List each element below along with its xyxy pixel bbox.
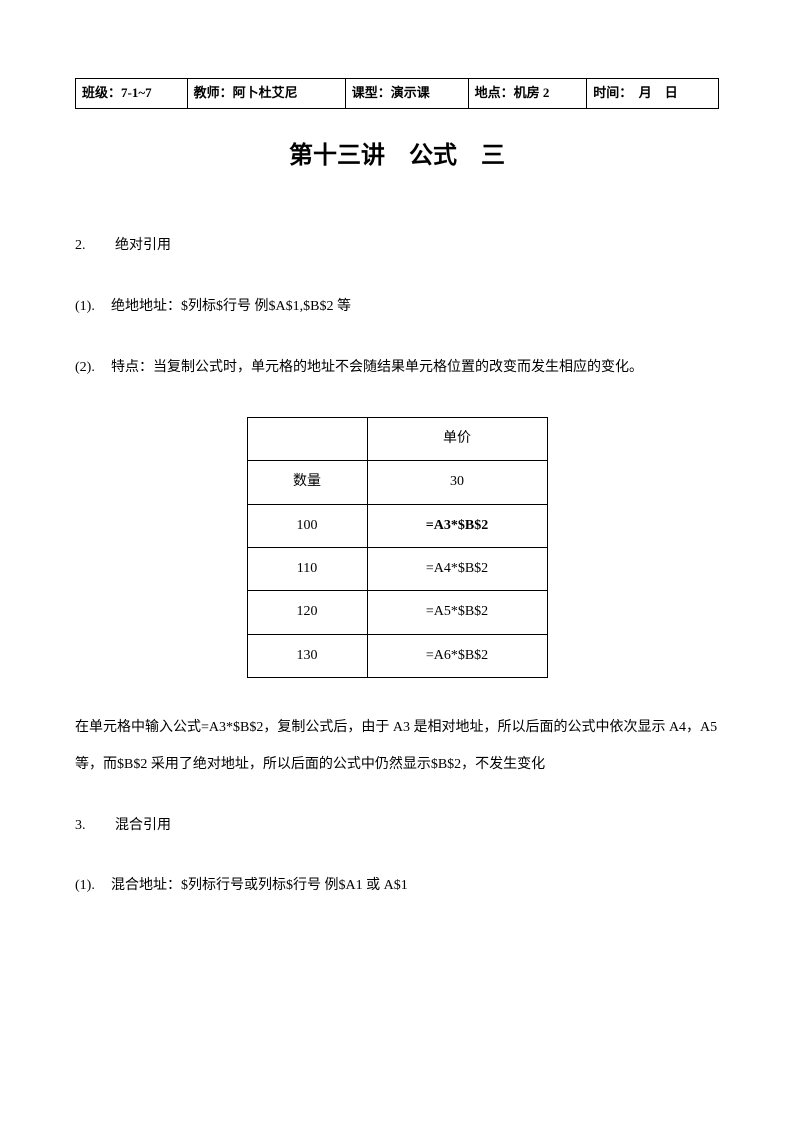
formula-example-table: 单价数量30100=A3*$B$2110=A4*$B$2120=A5*$B$21… (247, 417, 548, 678)
header-time: 时间： 月 日 (587, 79, 719, 109)
table-cell-col2: 单价 (367, 417, 547, 460)
section2-sub1: (1).绝地地址：$列标$行号 例$A$1,$B$2 等 (75, 290, 719, 324)
section2-heading: 2.绝对引用 (75, 235, 719, 257)
page-title: 第十三讲 公式 三 (75, 137, 719, 175)
header-class: 班级：7-1~7 (76, 79, 188, 109)
table-cell-col2: =A5*$B$2 (367, 591, 547, 634)
section2-sub1-text: 绝地地址：$列标$行号 例$A$1,$B$2 等 (111, 299, 351, 314)
table-cell-col1: 130 (247, 634, 367, 677)
section-absolute-reference: 2.绝对引用 (1).绝地地址：$列标$行号 例$A$1,$B$2 等 (2).… (75, 235, 719, 385)
table-cell-col1: 数量 (247, 461, 367, 504)
header-teacher: 教师：阿卜杜艾尼 (187, 79, 345, 109)
section2-number: 2. (75, 235, 115, 257)
table-cell-col1: 110 (247, 547, 367, 590)
table-cell-col2: =A3*$B$2 (367, 504, 547, 547)
section3-heading: 3.混合引用 (75, 815, 719, 837)
section3-sub1-num: (1). (75, 869, 111, 903)
table-cell-col2: 30 (367, 461, 547, 504)
explanation-paragraph: 在单元格中输入公式=A3*$B$2，复制公式后，由于 A3 是相对地址，所以后面… (75, 710, 719, 783)
header-info-table: 班级：7-1~7 教师：阿卜杜艾尼 课型：演示课 地点：机房 2 时间： 月 日 (75, 78, 719, 109)
header-type: 课型：演示课 (345, 79, 468, 109)
table-row: 130=A6*$B$2 (247, 634, 547, 677)
section3-title: 混合引用 (115, 818, 171, 833)
section3-sub1-text: 混合地址：$列标行号或列标$行号 例$A1 或 A$1 (111, 878, 408, 893)
table-row: 110=A4*$B$2 (247, 547, 547, 590)
section2-sub1-num: (1). (75, 290, 111, 324)
table-cell-col1: 100 (247, 504, 367, 547)
section2-sub2-num: (2). (75, 351, 111, 385)
section3-number: 3. (75, 815, 115, 837)
table-cell-col1: 120 (247, 591, 367, 634)
table-cell-col1 (247, 417, 367, 460)
section2-sub2-text: 特点：当复制公式时，单元格的地址不会随结果单元格位置的改变而发生相应的变化。 (111, 360, 643, 375)
section2-sub2: (2).特点：当复制公式时，单元格的地址不会随结果单元格位置的改变而发生相应的变… (75, 351, 719, 385)
table-cell-col2: =A4*$B$2 (367, 547, 547, 590)
section2-title: 绝对引用 (115, 238, 171, 253)
table-row: 单价 (247, 417, 547, 460)
table-row: 120=A5*$B$2 (247, 591, 547, 634)
section3-sub1: (1).混合地址：$列标行号或列标$行号 例$A1 或 A$1 (75, 869, 719, 903)
table-row: 数量30 (247, 461, 547, 504)
table-cell-col2: =A6*$B$2 (367, 634, 547, 677)
section-mixed-reference: 3.混合引用 (1).混合地址：$列标行号或列标$行号 例$A1 或 A$1 (75, 815, 719, 903)
table-row: 100=A3*$B$2 (247, 504, 547, 547)
header-location: 地点：机房 2 (468, 79, 587, 109)
